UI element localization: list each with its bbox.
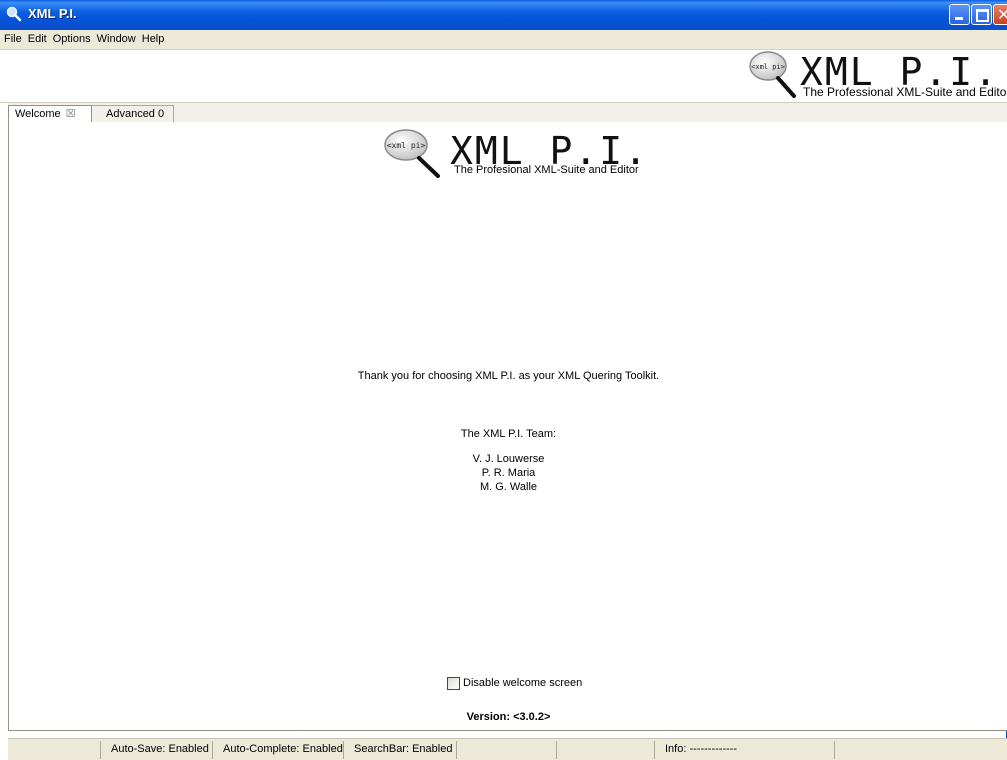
maximize-button[interactable] [971, 4, 992, 25]
close-tab-icon[interactable]: ☒ [66, 108, 76, 120]
editor-tab-strip: Welcome ☒ Advanced 0 [8, 103, 1007, 124]
status-bar: Auto-Save: Enabled Auto-Complete: Enable… [8, 738, 1007, 760]
status-cell [456, 741, 556, 759]
status-cell [556, 741, 654, 759]
status-info: Info: ------------- [654, 741, 834, 759]
window-title: XML P.I. [28, 6, 77, 21]
close-button[interactable]: ✕ [993, 4, 1007, 25]
header-logo-subtitle: The Professional XML-Suite and Editor [803, 85, 1007, 99]
team-member: M. G. Walle [479, 481, 538, 493]
tab-welcome-label: Welcome [15, 108, 61, 120]
welcome-panel: <xml pi> XML P.I. The Profesional XML-Su… [8, 122, 1007, 731]
magnifier-logo-icon: <xml pi> [749, 51, 796, 98]
disable-welcome-label[interactable]: Disable welcome screen [463, 677, 582, 689]
team-member: P. R. Maria [481, 467, 536, 479]
logo-badge-text: <xml pi> [751, 63, 785, 71]
tab-advanced[interactable]: Advanced 0 [100, 105, 174, 123]
maximize-icon [976, 9, 989, 22]
thank-you-text: Thank you for choosing XML P.I. as your … [357, 370, 660, 382]
title-bar[interactable]: XML P.I. ✕ [0, 0, 1007, 30]
magnifier-logo-icon: <xml pi> [384, 129, 440, 178]
minimize-icon [955, 17, 963, 20]
status-auto-complete: Auto-Complete: Enabled [212, 741, 343, 759]
status-auto-save: Auto-Save: Enabled [100, 741, 212, 759]
menu-edit[interactable]: Edit [25, 30, 50, 45]
team-heading: The XML P.I. Team: [460, 428, 557, 440]
status-cell [8, 741, 100, 759]
magnifier-icon [6, 6, 22, 22]
menu-bar: File Edit Options Window Help [0, 30, 1007, 50]
logo-badge-text: <xml pi> [387, 141, 426, 150]
disable-welcome-checkbox[interactable] [447, 677, 460, 690]
menu-window[interactable]: Window [94, 30, 139, 45]
header-banner: <xml pi> XML P.I. The Professional XML-S… [0, 50, 1007, 103]
tab-advanced-label: Advanced 0 [106, 108, 165, 120]
menu-help[interactable]: Help [139, 30, 168, 45]
close-icon: ✕ [997, 7, 1007, 24]
menu-file[interactable]: File [0, 30, 25, 45]
status-searchbar: SearchBar: Enabled [343, 741, 456, 759]
menu-options[interactable]: Options [50, 30, 94, 45]
welcome-logo-subtitle: The Profesional XML-Suite and Editor [454, 164, 639, 176]
team-member: V. J. Louwerse [472, 453, 545, 465]
version-label: Version: <3.0.2> [466, 711, 551, 723]
status-cell [834, 741, 1007, 759]
minimize-button[interactable] [949, 4, 970, 25]
